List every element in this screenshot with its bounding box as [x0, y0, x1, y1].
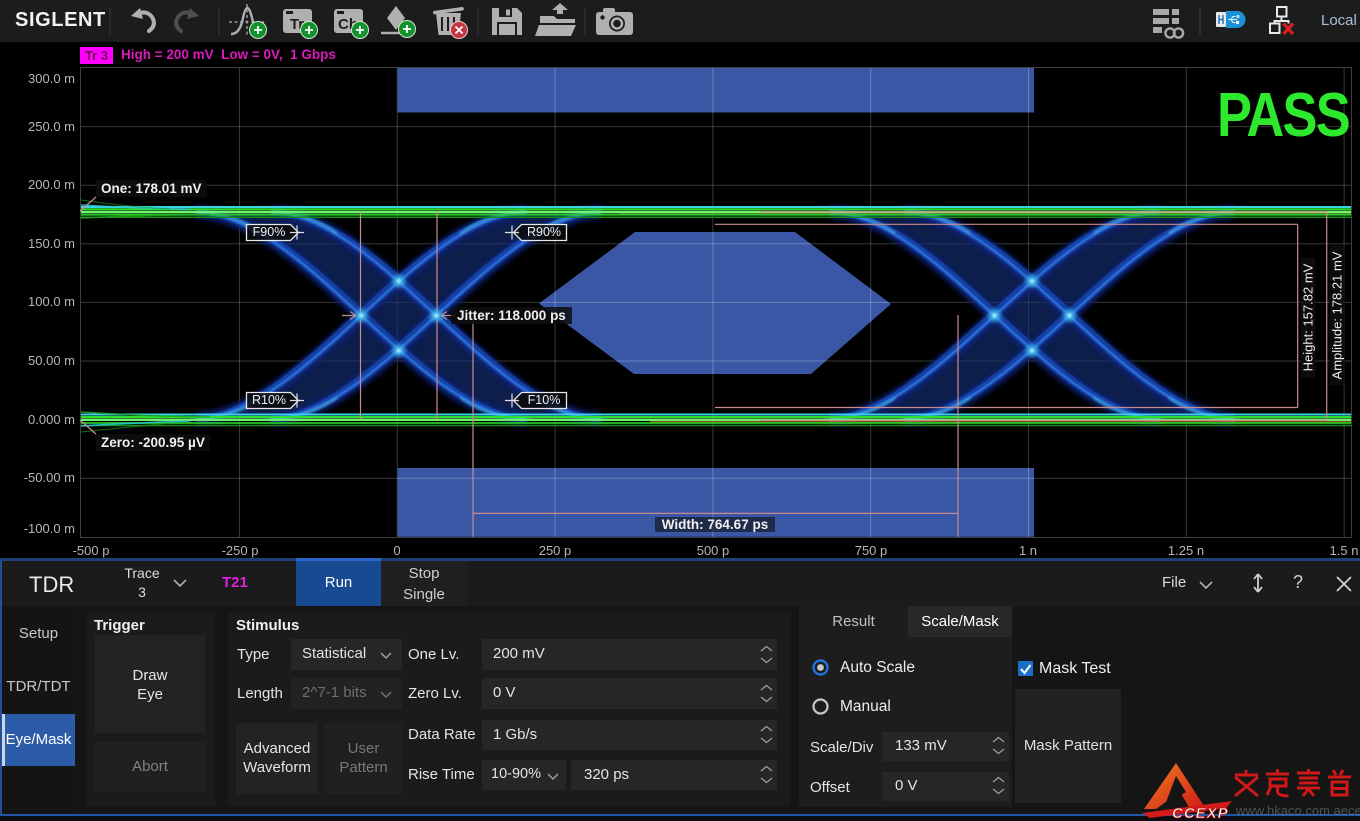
svg-text:www.hkaco.com aecexp: www.hkaco.com aecexp — [1235, 803, 1360, 818]
svg-text:CCEXP: CCEXP — [1172, 805, 1229, 821]
